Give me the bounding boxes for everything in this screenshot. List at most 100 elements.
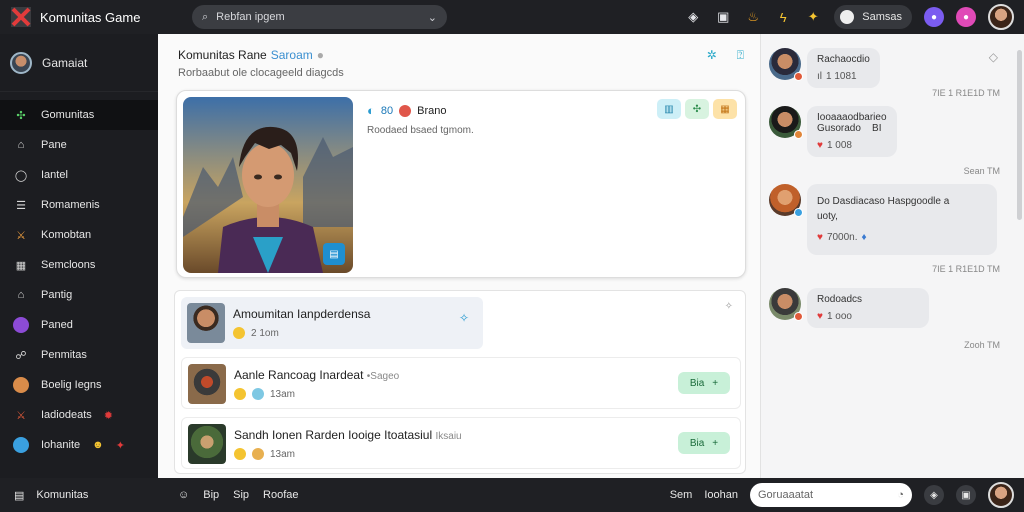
more-icon[interactable]: ✧ (725, 301, 733, 312)
sidebar-item-pantig[interactable]: ⌂ Pantig (0, 280, 158, 310)
emoji-icon: ☻ (92, 439, 104, 451)
main-header: Komunitas Rane Saroam ● Rorbaabut ole cl… (158, 34, 760, 86)
page-title-accent[interactable]: Saroam (271, 48, 313, 62)
list-item-tag: Iksaiu (435, 431, 462, 442)
chat-message[interactable]: Do Dasdiacaso Haspgoodle a uoty, ♥ 7000n.… (769, 184, 997, 255)
fire-icon[interactable]: ♨ (744, 8, 762, 26)
sidebar-item-komobtan[interactable]: ⚔ Komobtan (0, 220, 158, 250)
bolt-icon[interactable]: ϟ (774, 8, 792, 26)
sidebar-item-romamenis[interactable]: ☰ Romamenis (0, 190, 158, 220)
info-icon[interactable]: ● (317, 48, 324, 62)
gamepad-icon[interactable]: ◈ (924, 485, 944, 505)
chat-bubble: Iooaaaodbarieo Gusorado BI ♥ 1 008 (807, 106, 897, 157)
search-bar[interactable]: ⌕ Rebfan ipgem ⌄ (192, 5, 447, 29)
chat-bubble: Rachaocdio ıl 1 1081 (807, 48, 880, 88)
list-item-time: 13am (270, 388, 296, 400)
sidebar-item-gomunitas[interactable]: ✣ Gomunitas (0, 100, 158, 130)
status-badge (794, 208, 803, 217)
user-avatar[interactable] (988, 4, 1014, 30)
bottom-tab[interactable]: Bip (203, 489, 219, 501)
emoji-icon (233, 327, 245, 339)
share-icon[interactable]: ◐ (367, 103, 375, 118)
scrollbar[interactable] (1017, 50, 1022, 220)
bottom-nav-komunitas[interactable]: ▤ Komunitas (0, 489, 158, 502)
chat-text: Rodoadcs (817, 294, 863, 305)
chat-meta: 7000n. (826, 232, 858, 243)
window-icon[interactable]: ▣ (714, 8, 732, 26)
app-logo[interactable] (10, 6, 32, 28)
profile-pill[interactable]: Samsas (834, 5, 912, 29)
chat-subline: ♥ 7000n. ♦ (817, 232, 987, 243)
sparkle-icon[interactable]: ✦ (804, 8, 822, 26)
heart-icon: ♥ (817, 232, 823, 243)
sidebar-item-iohanite[interactable]: Iohanite ☻ ✦ (0, 430, 158, 460)
join-button[interactable]: Bia + (678, 372, 730, 394)
media-badge-icon[interactable]: ▤ (323, 243, 345, 265)
sidebar-item-iantel[interactable]: ◯ Iantel (0, 160, 158, 190)
notification-icon[interactable]: ● (956, 7, 976, 27)
discord-icon[interactable]: ● (924, 7, 944, 27)
status-badge (794, 312, 803, 321)
sidebar-item-boelig[interactable]: Boelig Iegns (0, 370, 158, 400)
chevron-down-icon[interactable]: ⌄ (428, 11, 437, 24)
sidebar-item-paned[interactable]: Paned (0, 310, 158, 340)
chat-message[interactable]: Rachaocdio ıl 1 1081 (769, 48, 880, 88)
bottom-tab[interactable]: Roofae (263, 489, 298, 501)
list-item-title-text: Sandh Ionen Rarden Iooige Itoatasiul (234, 428, 433, 442)
user-avatar[interactable] (988, 482, 1014, 508)
list-item-thumbnail (188, 424, 226, 464)
sidebar-item-semcloons[interactable]: ▦ Semcloons (0, 250, 158, 280)
settings-icon[interactable]: ✲ (707, 48, 717, 63)
gift-button[interactable]: ▦ (713, 99, 737, 119)
bottom-link[interactable]: Ioohan (704, 489, 738, 501)
chat-message[interactable]: Iooaaaodbarieo Gusorado BI ♥ 1 008 (769, 106, 897, 157)
pill-label: Samsas (862, 11, 902, 23)
gamepad-icon[interactable]: ◈ (684, 8, 702, 26)
send-icon[interactable]: ◔ (897, 489, 904, 501)
chat-input[interactable]: Goruaaatat ◔ (750, 483, 912, 507)
bottom-link[interactable]: Sem (670, 489, 693, 501)
list-item[interactable]: Sandh Ionen Rarden Iooige Itoatasiul Iks… (181, 417, 741, 469)
list-item[interactable]: Amoumitan Ianpderdensa 2 1om ✧ (181, 297, 483, 349)
tag-count: 80 (380, 104, 394, 117)
help-icon[interactable]: ⍰ (737, 48, 744, 63)
chat-message[interactable]: Rodoadcs ♥ 1 ooo (769, 288, 929, 328)
chat-text: Iooaaaodbarieo (817, 112, 887, 123)
sidebar-item-penmitas[interactable]: ☍ Penmitas (0, 340, 158, 370)
search-input[interactable]: Rebfan ipgem (216, 11, 428, 23)
sparkle-icon[interactable]: ✧ (459, 311, 469, 325)
chat-text: Rachaocdio (817, 54, 870, 65)
add-button[interactable]: ✣ (685, 99, 709, 119)
list-item-thumbnail (187, 303, 225, 343)
featured-tags: ◐ 80 Brano (367, 103, 446, 118)
circle-icon: ◯ (14, 169, 28, 182)
page-subtitle: Rorbaabut ole clocageeld diagcds (178, 67, 344, 79)
star-icon: ✦ (115, 439, 125, 452)
search-icon: ⌕ (202, 10, 209, 23)
emoji-icon (234, 448, 246, 460)
sidebar-user-name: Gamaiat (42, 55, 88, 70)
sidebar-item-label: Iohanite (41, 439, 81, 451)
join-button-label: Bia (689, 377, 705, 389)
chat-timestamp: 7IE 1 R1E1D TM (932, 264, 1000, 274)
smile-icon[interactable]: ☺ (178, 489, 189, 501)
sidebar-item-label: Pane (41, 139, 67, 151)
chart-button[interactable]: ▥ (657, 99, 681, 119)
avatar (13, 317, 29, 333)
globe-icon (252, 388, 264, 400)
page-title: Komunitas Rane Saroam ● (178, 48, 760, 62)
sidebar-item-iadiodeats[interactable]: ⚔ Iadiodeats ✹ (0, 400, 158, 430)
heart-icon: ♥ (817, 311, 823, 322)
featured-character-image[interactable]: ▤ (183, 97, 353, 273)
sidebar-user[interactable]: Gamaiat (0, 34, 158, 92)
featured-card[interactable]: ▤ ◐ 80 Brano Roodaed bsaed tgmom. ▥ ✣ ▦ (176, 90, 746, 278)
diamond-icon[interactable]: ◇ (989, 50, 998, 64)
sidebar-item-pane[interactable]: ⌂ Pane (0, 130, 158, 160)
list-item[interactable]: Aanle Rancoag Inardeat •Sageo 13am Bia + (181, 357, 741, 409)
sidebar-item-label: Komobtan (41, 229, 92, 241)
chat-subline: ♥ 1 008 (817, 140, 887, 151)
message-icon[interactable]: ▣ (956, 485, 976, 505)
bottom-tab[interactable]: Sip (233, 489, 249, 501)
avatar (10, 51, 32, 74)
join-button[interactable]: Bia + (678, 432, 730, 454)
